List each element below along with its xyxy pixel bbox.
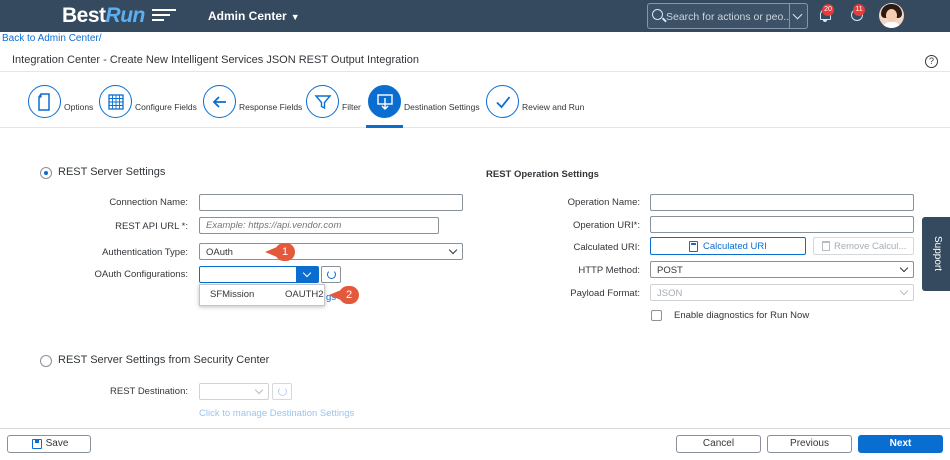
rest-destination-label: REST Destination:	[110, 386, 188, 397]
calculated-uri-label: Calculated URI:	[573, 242, 640, 253]
chevron-down-icon	[899, 263, 909, 273]
authentication-type-value: OAuth	[206, 247, 233, 258]
dropdown-option-sfmission[interactable]: SFMission	[210, 289, 254, 300]
logo-text-best: Best	[62, 4, 106, 27]
destination-icon	[368, 85, 401, 118]
payload-format-select[interactable]: JSON	[650, 284, 914, 301]
security-center-radio[interactable]	[40, 355, 52, 367]
logo-speed-lines	[152, 9, 176, 24]
rest-api-url-label: REST API URL *:	[115, 221, 188, 232]
support-label: Support	[932, 236, 943, 272]
refresh-destination-button[interactable]	[272, 383, 292, 400]
remove-button-label: Remove Calcul...	[834, 241, 907, 252]
search-input[interactable]	[666, 8, 790, 25]
oauth-configurations-select[interactable]	[199, 266, 319, 283]
chevron-down-icon[interactable]	[296, 267, 318, 282]
save-label: Save	[45, 438, 69, 449]
calculated-uri-button[interactable]: Calculated URI	[650, 237, 806, 255]
oauth-configurations-label: OAuth Configurations:	[94, 269, 188, 280]
approvals-count-badge: 11	[853, 4, 865, 16]
page-header: Integration Center - Create New Intellig…	[0, 46, 950, 128]
destination-settings-form: REST Server Settings Connection Name: RE…	[0, 129, 950, 427]
dropdown-option-oauth2[interactable]: OAUTH2	[285, 289, 324, 300]
step-label: Destination Settings	[404, 102, 480, 112]
step-label: Response Fields	[239, 102, 303, 112]
checkmark-icon	[486, 85, 519, 118]
support-tab[interactable]: Support	[922, 217, 950, 291]
rest-operation-settings-title: REST Operation Settings	[486, 169, 599, 180]
help-icon[interactable]: ?	[925, 55, 938, 68]
security-center-title: REST Server Settings from Security Cente…	[58, 354, 270, 366]
callout-number: 2	[339, 286, 359, 304]
http-method-value: POST	[657, 265, 683, 276]
app-menu-button[interactable]: Admin Center ▼	[208, 9, 300, 23]
chevron-down-icon	[792, 9, 803, 20]
refresh-icon	[327, 270, 336, 279]
search-scope-dropdown[interactable]	[789, 4, 807, 28]
bestrun-logo[interactable]: BestRun	[62, 4, 145, 28]
previous-button[interactable]: Previous	[767, 435, 852, 453]
calculated-uri-button-label: Calculated URI	[703, 241, 767, 252]
step-label: Options	[64, 102, 94, 112]
caret-down-icon: ▼	[290, 12, 300, 22]
trash-icon	[822, 241, 830, 251]
oauth-configurations-dropdown: SFMission OAUTH2	[199, 284, 325, 306]
footer-toolbar: Save Cancel Previous Next	[0, 428, 950, 460]
payload-format-label: Payload Format:	[570, 288, 640, 299]
search-icon	[652, 9, 663, 20]
operation-uri-input[interactable]	[650, 216, 914, 233]
back-to-admin-center-link[interactable]: Back to Admin Center/	[2, 33, 102, 44]
refresh-oauth-button[interactable]	[321, 266, 341, 283]
http-method-label: HTTP Method:	[578, 265, 640, 276]
arrow-left-icon	[203, 85, 236, 118]
app-menu-label: Admin Center	[208, 9, 287, 23]
step-label: Filter	[342, 102, 361, 112]
callout-number: 1	[275, 243, 295, 261]
document-icon	[28, 85, 61, 118]
rest-server-settings-title: REST Server Settings	[58, 166, 166, 178]
shell-bar: BestRun Admin Center▼ 20 11	[0, 0, 950, 32]
rest-destination-select[interactable]	[199, 383, 269, 400]
step-label: Review and Run	[522, 102, 585, 112]
next-button[interactable]: Next	[858, 435, 943, 453]
refresh-icon	[278, 387, 287, 396]
step-label: Configure Fields	[135, 102, 197, 112]
enable-diagnostics-label: Enable diagnostics for Run Now	[674, 310, 810, 321]
rest-server-settings-radio[interactable]	[40, 167, 52, 179]
save-icon	[32, 439, 42, 449]
authentication-type-select[interactable]: OAuth	[199, 243, 463, 260]
remove-calculated-uri-button[interactable]: Remove Calcul...	[813, 237, 914, 255]
calculator-icon	[689, 241, 698, 252]
http-method-select[interactable]: POST	[650, 261, 914, 278]
connection-name-input[interactable]	[199, 194, 463, 211]
cancel-button[interactable]: Cancel	[676, 435, 761, 453]
enable-diagnostics-checkbox[interactable]	[651, 310, 662, 321]
connection-name-label: Connection Name:	[109, 197, 188, 208]
chevron-down-icon	[254, 385, 264, 395]
search-box[interactable]	[647, 3, 808, 29]
divider	[0, 71, 950, 72]
filter-icon	[306, 85, 339, 118]
authentication-type-label: Authentication Type:	[102, 247, 188, 258]
logo-text-run: Run	[105, 4, 146, 27]
manage-destination-settings-link[interactable]: Click to manage Destination Settings	[199, 408, 354, 419]
operation-name-label: Operation Name:	[567, 197, 640, 208]
operation-uri-label: Operation URI*:	[572, 220, 640, 231]
save-button[interactable]: Save	[7, 435, 91, 453]
user-avatar[interactable]	[879, 3, 904, 28]
rest-api-url-input[interactable]	[199, 217, 439, 234]
page-title: Integration Center - Create New Intellig…	[12, 54, 419, 66]
operation-name-input[interactable]	[650, 194, 914, 211]
notification-count-badge: 20	[822, 4, 834, 16]
chevron-down-icon	[899, 286, 909, 296]
chevron-down-icon	[448, 245, 458, 255]
table-grid-icon	[99, 85, 132, 118]
payload-format-value: JSON	[657, 288, 683, 299]
active-step-indicator	[366, 125, 403, 128]
